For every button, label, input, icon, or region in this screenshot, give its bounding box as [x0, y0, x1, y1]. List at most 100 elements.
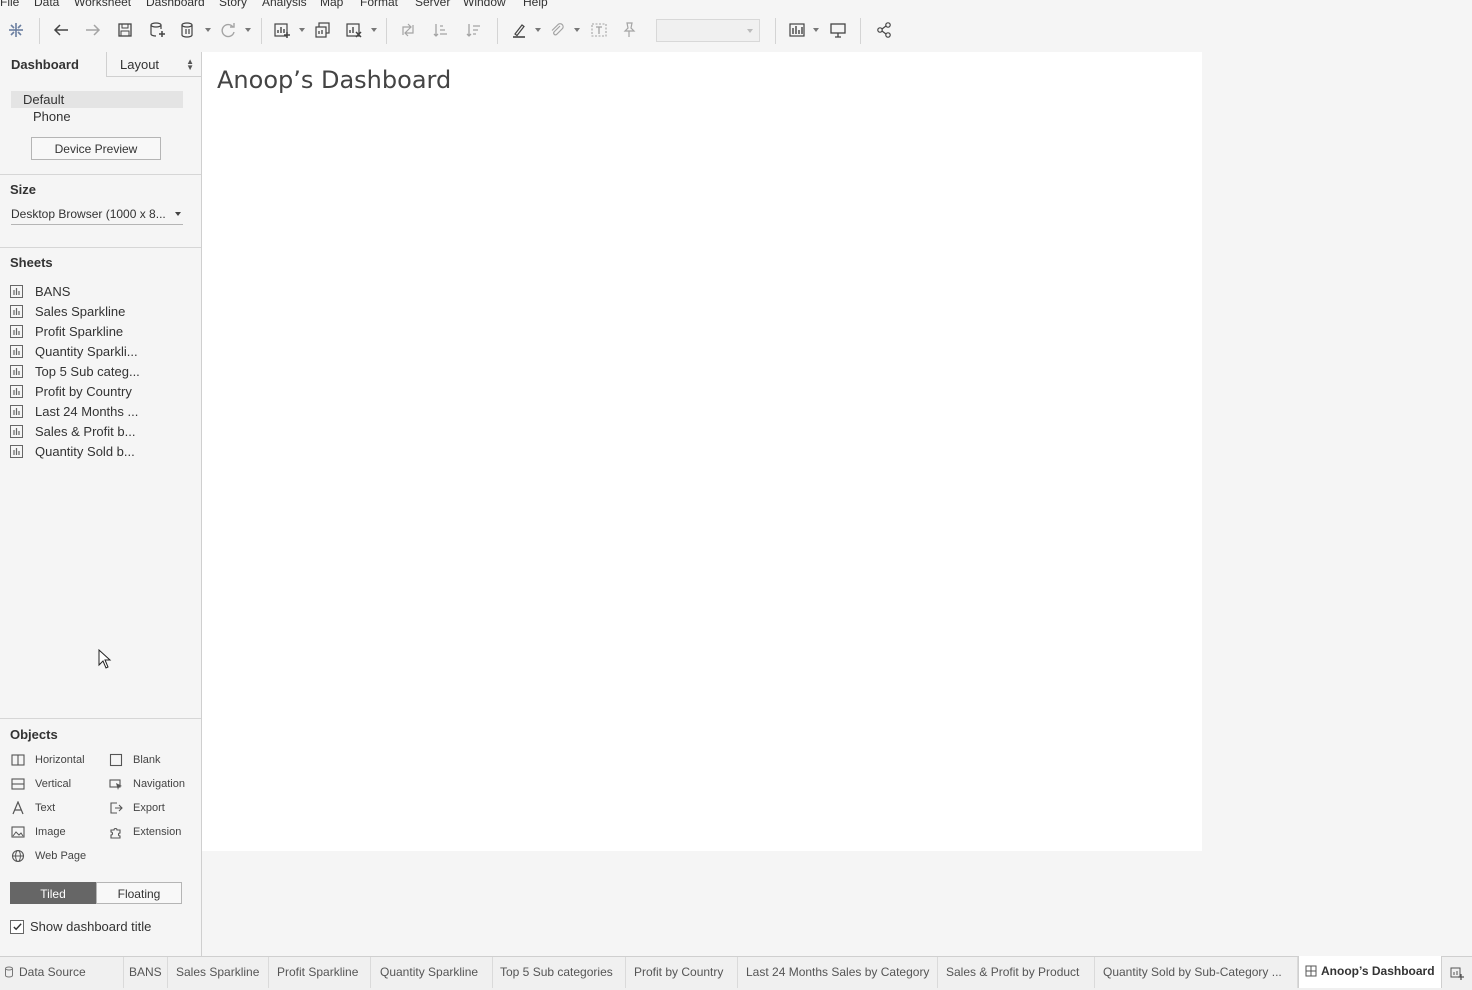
fix-axes-pin-icon[interactable]	[618, 19, 640, 41]
device-phone[interactable]: Phone	[33, 109, 71, 124]
device-default[interactable]: Default	[11, 91, 183, 108]
tab-layout[interactable]: Layout ▲ ▼	[106, 52, 202, 77]
sheet-item[interactable]: Profit by Country	[10, 382, 132, 400]
tableau-logo-icon[interactable]	[5, 19, 27, 41]
clear-sheet-dropdown-icon[interactable]	[371, 28, 377, 32]
size-dropdown[interactable]: Desktop Browser (1000 x 8...	[11, 205, 183, 225]
object-web-page[interactable]: Web Page	[10, 848, 86, 864]
dashboard-canvas-area: Anoop’s Dashboard	[202, 52, 1472, 956]
new-worksheet-icon[interactable]	[271, 19, 293, 41]
refresh-icon[interactable]	[217, 19, 239, 41]
pause-data-dropdown-icon[interactable]	[205, 28, 211, 32]
menu-server[interactable]: Server	[415, 0, 450, 9]
tab-sheet[interactable]: Profit Sparkline	[269, 957, 371, 988]
pause-data-updates-icon[interactable]	[177, 19, 199, 41]
sheet-item[interactable]: Quantity Sold b...	[10, 442, 135, 460]
show-me-icon[interactable]	[786, 19, 808, 41]
clear-sheet-icon[interactable]	[343, 19, 365, 41]
tab-sheet[interactable]: BANS	[124, 957, 168, 988]
sheet-item-label: Top 5 Sub categ...	[35, 363, 140, 379]
object-navigation[interactable]: Navigation	[108, 776, 185, 792]
size-section-title: Size	[10, 182, 37, 197]
menu-map[interactable]: Map	[320, 0, 343, 9]
highlight-icon[interactable]	[508, 19, 530, 41]
sheet-item[interactable]: BANS	[10, 282, 70, 300]
menu-data[interactable]: Data	[34, 0, 59, 9]
menu-story[interactable]: Story	[219, 0, 247, 9]
tab-sheet[interactable]: Sales & Profit by Product	[938, 957, 1095, 988]
device-preview-button[interactable]: Device Preview	[31, 137, 161, 160]
dashboard-title[interactable]: Anoop’s Dashboard	[217, 66, 451, 94]
undo-icon[interactable]	[50, 19, 72, 41]
new-data-source-icon[interactable]	[146, 19, 168, 41]
menu-window[interactable]: Window	[463, 0, 506, 9]
divider	[0, 174, 201, 175]
fit-select[interactable]	[656, 19, 760, 42]
dashboard-sheet[interactable]: Anoop’s Dashboard	[202, 52, 1202, 851]
floating-toggle[interactable]: Floating	[96, 882, 182, 904]
toolbar-separator	[39, 18, 40, 44]
tab-sheet[interactable]: Quantity Sold by Sub-Category ...	[1095, 957, 1298, 988]
group-members-icon[interactable]	[546, 19, 568, 41]
tab-sheet[interactable]: Profit by Country	[626, 957, 738, 988]
refresh-dropdown-icon[interactable]	[245, 28, 251, 32]
menu-bar: File Data Worksheet Dashboard Story Anal…	[0, 0, 1472, 10]
new-sheet-tab-button[interactable]	[1442, 957, 1472, 988]
menu-dashboard[interactable]: Dashboard	[146, 0, 205, 9]
share-icon[interactable]	[873, 19, 895, 41]
checkbox[interactable]	[10, 919, 24, 934]
tiled-toggle[interactable]: Tiled	[10, 882, 96, 904]
object-text[interactable]: Text	[10, 800, 55, 816]
redo-icon[interactable]	[82, 19, 104, 41]
tab-sheet[interactable]: Last 24 Months Sales by Category	[738, 957, 938, 988]
object-label: Text	[35, 802, 56, 814]
save-icon[interactable]	[114, 19, 136, 41]
menu-analysis[interactable]: Analysis	[262, 0, 307, 9]
toolbar-separator	[860, 18, 861, 44]
show-dashboard-title-checkbox[interactable]: Show dashboard title	[10, 919, 151, 934]
sheet-item[interactable]: Last 24 Months ...	[10, 402, 138, 420]
show-title-label: Show dashboard title	[30, 919, 152, 934]
presentation-mode-icon[interactable]	[827, 19, 849, 41]
sheet-item[interactable]: Sales Sparkline	[10, 302, 125, 320]
tab-data-source[interactable]: Data Source	[0, 957, 124, 988]
tab-dashboard[interactable]: Dashboard	[0, 52, 106, 77]
sheet-item[interactable]: Quantity Sparkli...	[10, 342, 138, 360]
highlight-dropdown-icon[interactable]	[535, 28, 541, 32]
sheet-item[interactable]: Top 5 Sub categ...	[10, 362, 140, 380]
object-extension[interactable]: Extension	[108, 824, 181, 840]
worksheet-icon	[10, 424, 23, 438]
new-worksheet-dropdown-icon[interactable]	[299, 28, 305, 32]
database-icon	[5, 966, 13, 978]
dashboard-icon	[1305, 965, 1317, 977]
menu-file[interactable]: File	[0, 0, 19, 9]
toolbar-separator	[497, 18, 498, 44]
text-icon	[10, 801, 25, 815]
sheet-item-label: Profit Sparkline	[35, 323, 124, 339]
duplicate-sheet-icon[interactable]	[312, 19, 334, 41]
sort-descending-icon[interactable]	[463, 19, 485, 41]
group-dropdown-icon[interactable]	[574, 28, 580, 32]
object-vertical[interactable]: Vertical	[10, 776, 71, 792]
menu-worksheet[interactable]: Worksheet	[74, 0, 131, 9]
object-horizontal[interactable]: Horizontal	[10, 752, 85, 768]
worksheet-icon	[10, 304, 23, 318]
swap-rows-columns-icon[interactable]	[397, 19, 419, 41]
sheet-item[interactable]: Profit Sparkline	[10, 322, 123, 340]
tab-active-dashboard[interactable]: Anoop’s Dashboard	[1298, 956, 1442, 988]
sort-ascending-icon[interactable]	[430, 19, 452, 41]
object-export[interactable]: Export	[108, 800, 165, 816]
tab-sheet[interactable]: Sales Sparkline	[168, 957, 269, 988]
updown-arrows-icon: ▲ ▼	[186, 57, 194, 72]
export-icon	[108, 801, 123, 815]
object-blank[interactable]: Blank	[108, 752, 161, 768]
tab-sheet[interactable]: Top 5 Sub categories	[493, 957, 626, 988]
show-mark-labels-icon[interactable]	[588, 19, 610, 41]
navigation-icon	[108, 777, 123, 791]
sheet-item[interactable]: Sales & Profit b...	[10, 422, 135, 440]
tab-sheet[interactable]: Quantity Sparkline	[371, 957, 493, 988]
show-me-dropdown-icon[interactable]	[813, 28, 819, 32]
menu-help[interactable]: Help	[523, 0, 548, 9]
menu-format[interactable]: Format	[360, 0, 398, 9]
object-image[interactable]: Image	[10, 824, 66, 840]
